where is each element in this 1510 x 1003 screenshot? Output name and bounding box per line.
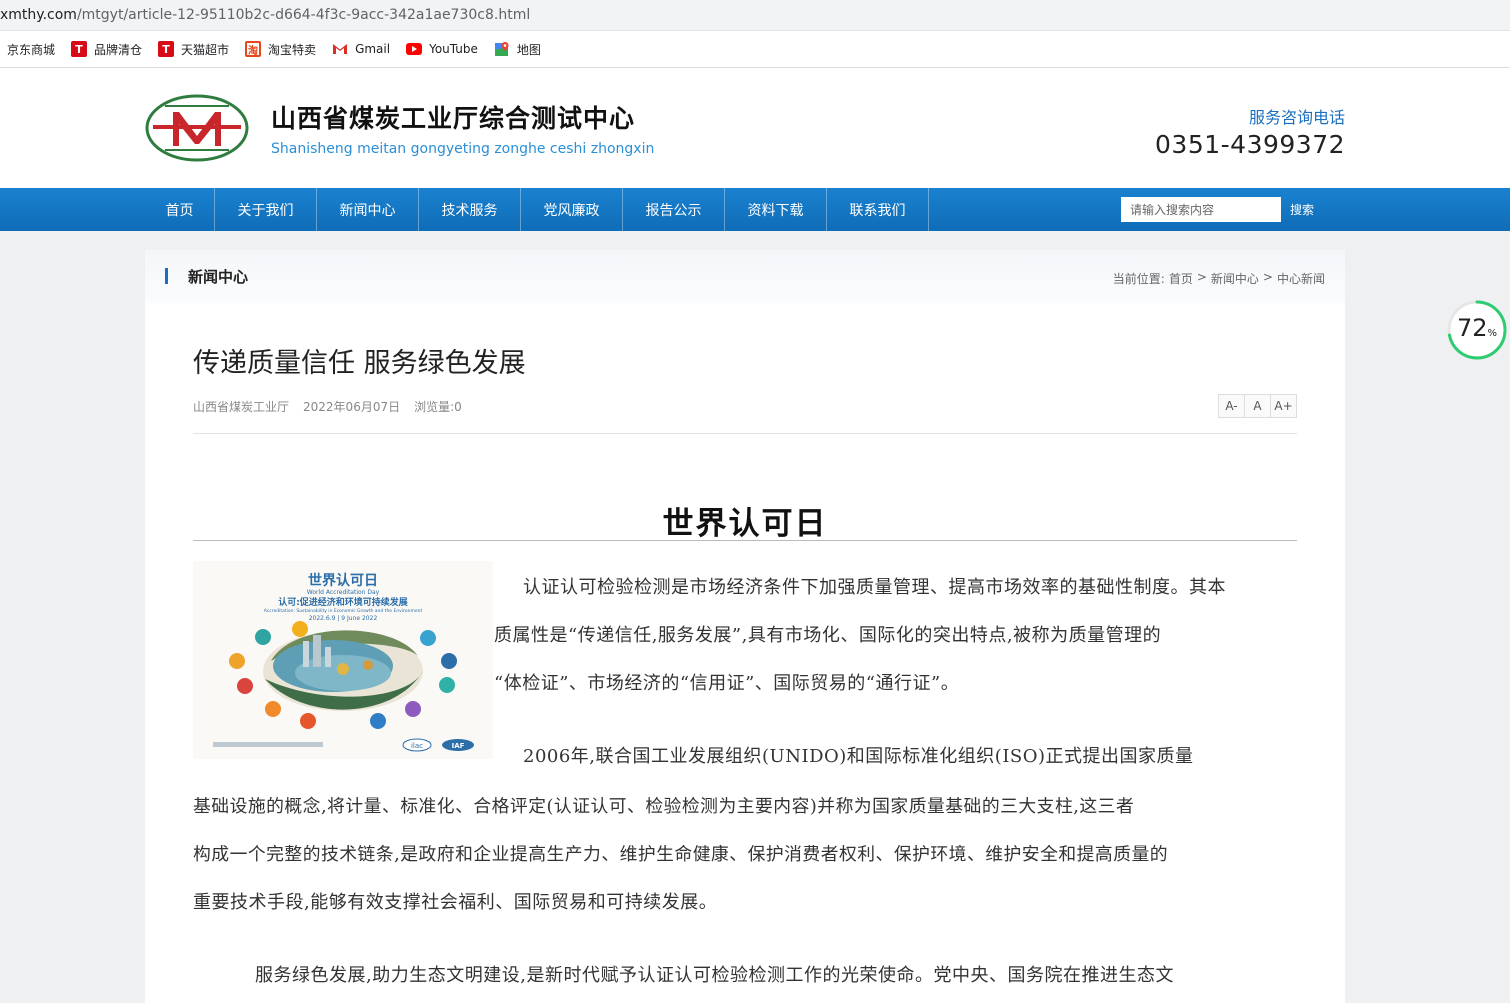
breadcrumb-center-news[interactable]: 中心新闻 xyxy=(1277,270,1325,287)
bookmark-brand-clearance[interactable]: T 品牌清仓 xyxy=(71,41,142,58)
bookmark-gmail[interactable]: Gmail xyxy=(332,41,390,57)
bookmark-label: YouTube xyxy=(429,42,478,56)
divider xyxy=(193,433,1297,434)
breadcrumb-separator: > xyxy=(1196,270,1207,284)
font-larger-button[interactable]: A+ xyxy=(1270,394,1297,418)
nav-downloads[interactable]: 资料下载 xyxy=(725,188,827,231)
bookmark-maps[interactable]: 地图 xyxy=(494,41,541,58)
poster-title: 世界认可日 xyxy=(308,572,378,589)
progress-widget[interactable]: 72% xyxy=(1446,299,1508,361)
views-count: 0 xyxy=(454,400,462,414)
section-title: 新闻中心 xyxy=(188,268,249,286)
nav-contact[interactable]: 联系我们 xyxy=(827,188,929,231)
breadcrumb: 当前位置: 首页 > 新闻中心 > 中心新闻 xyxy=(1113,270,1325,287)
poster-date: 2022.6.9 | 9 June 2022 xyxy=(309,615,378,622)
maps-icon xyxy=(494,41,510,57)
bookmark-label: 天猫超市 xyxy=(181,42,230,57)
nav-about[interactable]: 关于我们 xyxy=(215,188,317,231)
article-heading: 世界认可日 xyxy=(662,506,828,542)
world-accreditation-day-poster: 世界认可日 World Accreditation Day 认可:促进经济和环境… xyxy=(193,561,493,759)
paragraph-line: 构成一个完整的技术链条,是政府和企业提高生产力、维护生命健康、保护消费者权利、保… xyxy=(193,844,1169,865)
bookmark-label: Gmail xyxy=(355,42,391,56)
hotline-number: 0351-4399372 xyxy=(1155,130,1345,159)
paragraph-line: 质属性是“传递信任,服务发展”,具有市场化、国际化的突出特点,被称为质量管理的 xyxy=(494,625,1162,646)
bookmark-tmall-market[interactable]: T 天猫超市 xyxy=(158,41,229,58)
article-views: 浏览量:0 xyxy=(414,398,462,415)
poster-subtitle-en: World Accreditation Day xyxy=(307,589,380,596)
bookmark-taobao[interactable]: 淘 淘宝特卖 xyxy=(245,41,316,58)
article-date: 2022年06月07日 xyxy=(303,400,401,414)
bookmark-label: 品牌清仓 xyxy=(94,42,143,57)
search-button[interactable]: 搜索 xyxy=(1282,197,1322,222)
breadcrumb-news[interactable]: 新闻中心 xyxy=(1211,270,1259,287)
hotline: 服务咨询电话 0351-4399372 xyxy=(1155,104,1345,159)
font-size-controls: A- A A+ xyxy=(1218,394,1297,418)
bookmark-label: 淘宝特卖 xyxy=(268,42,317,57)
site-logo[interactable]: 山西省煤炭工业厅综合测试中心 Shanisheng meitan gongyet… xyxy=(145,94,654,162)
poster-illustration: 世界认可日 World Accreditation Day 认可:促进经济和环境… xyxy=(213,572,474,752)
views-label: 浏览量: xyxy=(414,400,455,414)
poster-logo-right: IAF xyxy=(452,742,465,750)
breadcrumb-prefix: 当前位置: xyxy=(1112,272,1165,286)
nav-party-integrity[interactable]: 党风廉政 xyxy=(521,188,623,231)
section-header: 新闻中心 当前位置: 首页 > 新闻中心 > 中心新闻 xyxy=(145,250,1345,303)
logo-emblem-icon xyxy=(145,94,249,162)
hotline-label: 服务咨询电话 xyxy=(1248,108,1345,127)
nav-home[interactable]: 首页 xyxy=(145,188,215,231)
site-subtitle: Shanisheng meitan gongyeting zonghe cesh… xyxy=(271,141,655,157)
breadcrumb-separator: > xyxy=(1262,270,1273,284)
font-smaller-button[interactable]: A- xyxy=(1218,394,1245,418)
paragraph-line: 认证认可检验检测是市场经济条件下加强质量管理、提高市场效率的基础性制度。其本 xyxy=(523,577,1226,598)
poster-logo-left: ilac xyxy=(411,742,423,750)
bookmarks-bar: 京东商城 T 品牌清仓 T 天猫超市 淘 淘宝特卖 Gmail YouTube … xyxy=(0,31,1510,68)
progress-unit: % xyxy=(1487,328,1498,339)
site-title: 山西省煤炭工业厅综合测试中心 xyxy=(271,104,636,133)
site-header: 山西省煤炭工业厅综合测试中心 Shanisheng meitan gongyet… xyxy=(0,68,1510,188)
gmail-icon xyxy=(332,41,348,57)
article-meta: 山西省煤炭工业厅 2022年06月07日 浏览量:0 xyxy=(193,398,462,415)
address-bar[interactable]: xmthy.com/mtgyt/article-12-95110b2c-d664… xyxy=(0,0,1510,31)
url-path: /mtgyt/article-12-95110b2c-d664-4f3c-9ac… xyxy=(76,7,531,23)
tmall-icon: T xyxy=(158,41,175,57)
poster-theme-en: Accreditation: Sustainability in Economi… xyxy=(264,608,423,614)
article-source: 山西省煤炭工业厅 xyxy=(193,400,290,414)
bookmark-jd[interactable]: 京东商城 xyxy=(7,41,55,58)
font-normal-button[interactable]: A xyxy=(1244,394,1271,418)
bookmark-label: 京东商城 xyxy=(7,42,56,57)
nav-news[interactable]: 新闻中心 xyxy=(317,188,419,231)
article-title: 传递质量信任 服务绿色发展 xyxy=(193,348,526,379)
paragraph-line: “体检证”、市场经济的“信用证”、国际贸易的“通行证”。 xyxy=(494,673,960,694)
section-marker xyxy=(165,268,168,284)
progress-value: 72 xyxy=(1456,314,1488,342)
paragraph-line: 重要技术手段,能够有效支撑社会福利、国际贸易和可持续发展。 xyxy=(193,892,718,913)
url-host: xmthy.com xyxy=(0,7,77,23)
nav-reports[interactable]: 报告公示 xyxy=(623,188,725,231)
taobao-icon: 淘 xyxy=(245,41,262,57)
article-panel: 传递质量信任 服务绿色发展 山西省煤炭工业厅 2022年06月07日 浏览量:0… xyxy=(145,303,1345,1003)
youtube-icon xyxy=(406,41,423,57)
breadcrumb-home[interactable]: 首页 xyxy=(1169,270,1193,287)
main-nav: 首页 关于我们 新闻中心 技术服务 党风廉政 报告公示 资料下载 联系我们 请输… xyxy=(0,188,1510,231)
tmall-icon: T xyxy=(71,41,88,57)
paragraph-line: 2006年,联合国工业发展组织(UNIDO)和国际标准化组织(ISO)正式提出国… xyxy=(523,746,1194,767)
article-heading-block: 世界认可日 xyxy=(193,501,1297,542)
poster-theme: 认可:促进经济和环境可持续发展 xyxy=(278,596,408,608)
bookmark-youtube[interactable]: YouTube xyxy=(406,41,478,57)
search-input[interactable]: 请输入搜索内容 xyxy=(1121,197,1281,222)
nav-tech-services[interactable]: 技术服务 xyxy=(419,188,521,231)
bookmark-label: 地图 xyxy=(516,42,541,57)
paragraph-line: 基础设施的概念,将计量、标准化、合格评定(认证认可、检验检测为主要内容)并称为国… xyxy=(193,796,1135,817)
paragraph-line: 服务绿色发展,助力生态文明建设,是新时代赋予认证认可检验检测工作的光荣使命。党中… xyxy=(255,965,1174,986)
